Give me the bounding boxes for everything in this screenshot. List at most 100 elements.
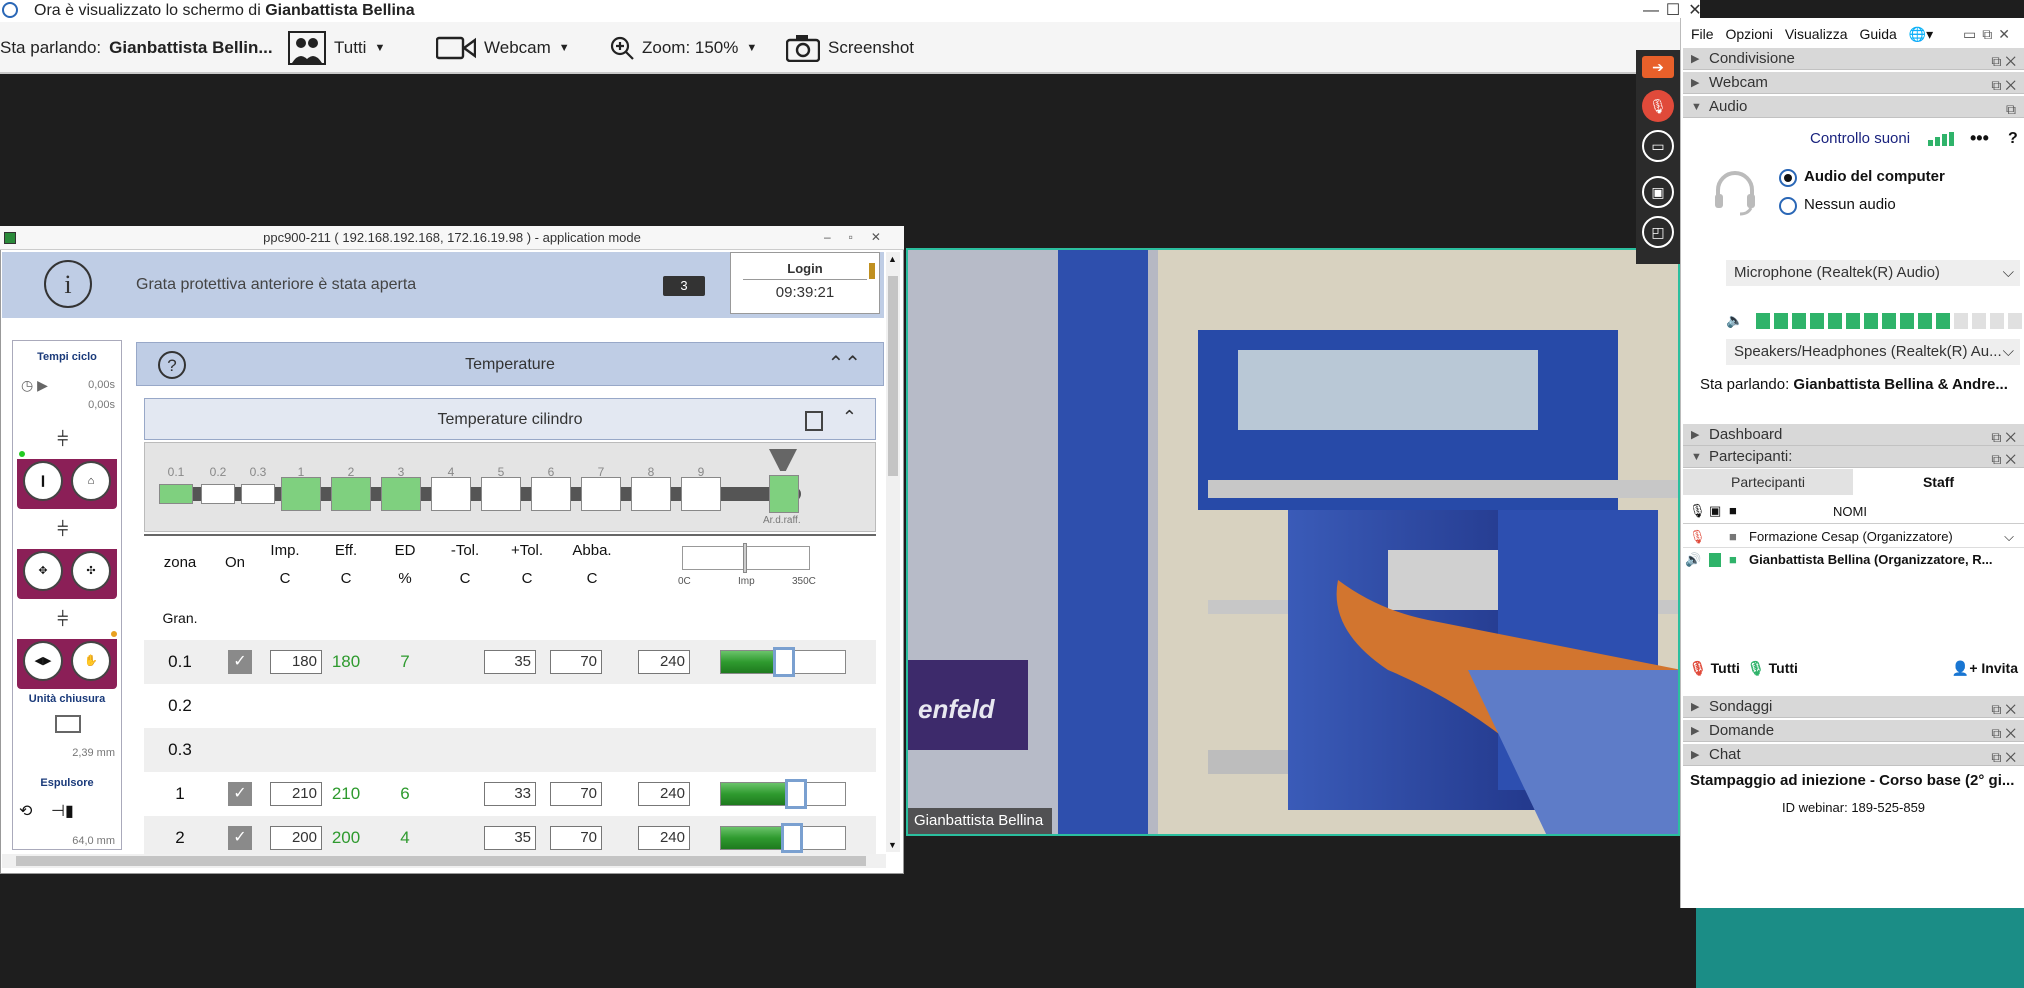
heater-zone-block[interactable] [281,477,321,511]
tolerance-plus-input[interactable]: 70 [550,826,602,850]
unmute-all-button[interactable]: 🎙 Tutti [1747,654,1798,682]
layout-icon[interactable] [805,411,823,431]
setpoint-input[interactable]: 200 [270,826,322,850]
webcam-button[interactable]: Webcam ▼ [436,22,570,74]
heater-zone-block[interactable] [241,484,275,504]
popout-close-icon[interactable]: ⧉✕ [1991,50,2020,72]
zone-enabled-checkbox[interactable]: ✓ [228,782,252,806]
popout-close-icon[interactable]: ⧉✕ [1991,74,2020,96]
tab-partecipanti[interactable]: Partecipanti [1683,469,1853,495]
more-options-icon[interactable]: ••• [1970,128,1989,149]
webcam-toggle-icon[interactable]: ▭ [1642,130,1674,162]
scroll-thumb[interactable] [888,276,898,476]
zone-enabled-checkbox[interactable]: ✓ [228,650,252,674]
lowering-temp-input[interactable]: 240 [638,782,690,806]
menu-guida[interactable]: Guida [1859,26,1896,42]
section-chat[interactable]: ▶ Chat ⧉✕ [1683,744,2024,766]
collapse-panel-arrow-icon[interactable]: ➔ [1642,56,1674,78]
tolerance-minus-input[interactable]: 33 [484,782,536,806]
lowering-temp-input[interactable]: 240 [638,650,690,674]
section-webcam[interactable]: ▶ Webcam ⧉✕ [1683,72,2024,94]
menu-opzioni[interactable]: Opzioni [1725,26,1772,42]
mould-open-close-group[interactable]: ⫩ ❙ ⌂ [17,429,117,509]
screen-share-icon[interactable]: ▣ [1642,176,1674,208]
heater-zone-block[interactable] [481,477,521,511]
scroll-down-icon[interactable]: ▼ [888,840,897,850]
hand-icon[interactable]: ✋ [71,641,111,681]
tolerance-minus-input[interactable]: 35 [484,826,536,850]
heater-zone-block[interactable] [769,475,799,513]
section-sondaggi[interactable]: ▶ Sondaggi ⧉✕ [1683,696,2024,718]
participant-row[interactable]: 🔊 ■ Gianbattista Bellina (Organizzatore,… [1683,549,2024,571]
chevron-down-icon[interactable]: ⌵ [2004,526,2014,548]
ppc-window-controls[interactable]: –▫✕ [824,226,904,248]
open-mould-icon[interactable]: ⌂ [71,461,111,501]
section-audio[interactable]: ▼ Audio ⧉ [1683,96,2024,118]
attendees-view-button[interactable]: Tutti ▼ [288,22,385,74]
popout-close-icon[interactable]: ⧉✕ [1991,426,2020,448]
setpoint-input[interactable]: 180 [270,650,322,674]
zone-enabled-checkbox[interactable]: ✓ [228,826,252,850]
safety-group[interactable]: ⫩ ◀▶ ✋ [17,609,117,689]
section-domande[interactable]: ▶ Domande ⧉✕ [1683,720,2024,742]
heater-zone-block[interactable] [681,477,721,511]
login-box[interactable]: Login 09:39:21 [730,252,880,314]
participant-row[interactable]: 🎙 ■ Formazione Cesap (Organizzatore) ⌵ [1683,526,2024,548]
ejector-group[interactable]: ⫩ ✥ ✣ [17,519,117,599]
mic-muted-icon[interactable]: 🎙 [1642,90,1674,122]
move-cross-icon[interactable]: ✥ [23,551,63,591]
controllo-suoni-link[interactable]: Controllo suoni [1810,130,1910,147]
screenshot-button[interactable]: Screenshot [786,22,914,74]
menu-visualizza[interactable]: Visualizza [1785,26,1848,42]
ppc-horizontal-scrollbar[interactable] [2,854,886,868]
heater-zone-block[interactable] [381,477,421,511]
tolerance-plus-input[interactable]: 70 [550,782,602,806]
tab-staff[interactable]: Staff [1853,469,2024,495]
heater-zone-block[interactable] [159,484,193,504]
scroll-thumb[interactable] [16,856,866,866]
invite-button[interactable]: 👤+ Invita [1952,654,2018,682]
heater-zone-block[interactable] [331,477,371,511]
window-share-icon[interactable]: ◰ [1642,216,1674,248]
radio-nessun-audio[interactable] [1779,197,1797,215]
popout-close-icon[interactable]: ⧉✕ [1991,448,2020,470]
close-mould-icon[interactable]: ❙ [23,461,63,501]
heater-zone-block[interactable] [201,484,235,504]
microphone-select[interactable]: Microphone (Realtek(R) Audio) ⌵ [1726,260,2020,286]
popout-close-icon[interactable]: ⧉✕ [1991,722,2020,744]
popout-icon[interactable]: ⧉ [2006,98,2020,120]
section-partecipanti[interactable]: ▼ Partecipanti: ⧉✕ [1683,446,2024,468]
heater-zone-block[interactable] [531,477,571,511]
split-icon[interactable]: ◀▶ [23,641,63,681]
zoom-button[interactable]: Zoom: 150% ▼ [610,22,757,74]
move-cross-alt-icon[interactable]: ✣ [71,551,111,591]
section-condivisione[interactable]: ▶ Condivisione ⧉✕ [1683,48,2024,70]
heater-zone-block[interactable] [631,477,671,511]
minimize-button[interactable]: — [1640,0,1662,22]
scale-max: 350C [792,576,816,587]
tolerance-plus-input[interactable]: 70 [550,650,602,674]
message-count-badge[interactable]: 3 [663,276,705,296]
column-header: ED [394,542,416,559]
popout-close-icon[interactable]: ⧉✕ [1991,698,2020,720]
lowering-temp-input[interactable]: 240 [638,826,690,850]
chevron-up-icon[interactable]: ⌃ [842,407,857,428]
heater-zone-block[interactable] [581,477,621,511]
tolerance-minus-input[interactable]: 35 [484,650,536,674]
popout-close-icon[interactable]: ⧉✕ [1991,746,2020,768]
mic-muted-icon[interactable]: 🎙 [1689,526,1706,548]
globe-icon[interactable]: 🌐▾ [1909,26,1933,42]
scroll-up-icon[interactable]: ▲ [888,254,897,264]
radio-audio-computer[interactable] [1779,169,1797,187]
mute-all-button[interactable]: 🎙 Tutti [1689,654,1740,682]
setpoint-input[interactable]: 210 [270,782,322,806]
ppc-vertical-scrollbar[interactable]: ▲ ▼ [886,252,900,852]
section-dashboard[interactable]: ▶ Dashboard ⧉✕ [1683,424,2024,446]
help-icon[interactable]: ? [2008,130,2018,148]
heater-zone-block[interactable] [431,477,471,511]
panel-window-controls[interactable]: ▭⧉✕ [1963,22,2016,46]
collapse-double-chevron-icon[interactable]: ⌃⌃ [827,351,861,376]
speakers-select[interactable]: Speakers/Headphones (Realtek(R) Au... ⌵ [1726,339,2020,365]
back-arrow-icon[interactable]: ⟲ [19,801,32,821]
menu-file[interactable]: File [1691,26,1714,42]
